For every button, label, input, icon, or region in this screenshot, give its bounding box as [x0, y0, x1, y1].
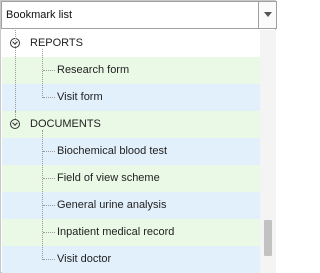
tree-connector [43, 205, 55, 206]
tree-group-documents[interactable]: DOCUMENTS [2, 111, 260, 138]
tree-connector [43, 151, 55, 152]
tree-connector [43, 178, 55, 179]
tree-connector [15, 30, 16, 111]
tree-item-visit-form[interactable]: Visit form [2, 84, 260, 111]
tree-group-label: DOCUMENTS [30, 118, 101, 130]
tree-connector [43, 232, 55, 233]
vertical-scrollbar[interactable] [260, 30, 276, 273]
tree-group-reports[interactable]: REPORTS [2, 30, 260, 57]
tree-connector [42, 130, 43, 260]
chevron-down-icon [264, 12, 272, 17]
tree-item-label: Inpatient medical record [57, 226, 175, 238]
tree-item-label: General urine analysis [57, 199, 167, 211]
tree-connector [42, 49, 43, 98]
tree-connector [43, 97, 55, 98]
tree-item-label: Visit form [57, 91, 103, 103]
tree-item-inpatient-medical-record[interactable]: Inpatient medical record [2, 219, 260, 246]
bookmark-list-header: Bookmark list [1, 1, 259, 29]
collapse-arrow-circle-icon[interactable] [10, 119, 20, 129]
scrollbar-thumb[interactable] [264, 220, 272, 256]
dropdown-button[interactable] [259, 1, 277, 29]
tree-group-label: REPORTS [30, 37, 83, 49]
tree-item-general-urine-analysis[interactable]: General urine analysis [2, 192, 260, 219]
tree-item-label: Biochemical blood test [57, 145, 168, 157]
bookmark-list-panel: Bookmark list REPORTS Research form Visi… [0, 0, 277, 273]
tree-connector [15, 111, 16, 119]
tree-item-label: Field of view scheme [57, 172, 160, 184]
tree-item-biochemical-blood-test[interactable]: Biochemical blood test [2, 138, 260, 165]
tree-item-label: Research form [57, 64, 130, 76]
tree-connector [43, 259, 55, 260]
bookmark-list-title: Bookmark list [6, 9, 73, 21]
tree-item-visit-doctor[interactable]: Visit doctor [2, 246, 260, 273]
tree-item-research-form[interactable]: Research form [2, 57, 260, 84]
tree-item-label: Visit doctor [57, 253, 112, 265]
tree-connector [43, 70, 55, 71]
bookmark-tree: REPORTS Research form Visit form DOCUMEN… [2, 30, 260, 273]
tree-item-field-of-view-scheme[interactable]: Field of view scheme [2, 165, 260, 192]
